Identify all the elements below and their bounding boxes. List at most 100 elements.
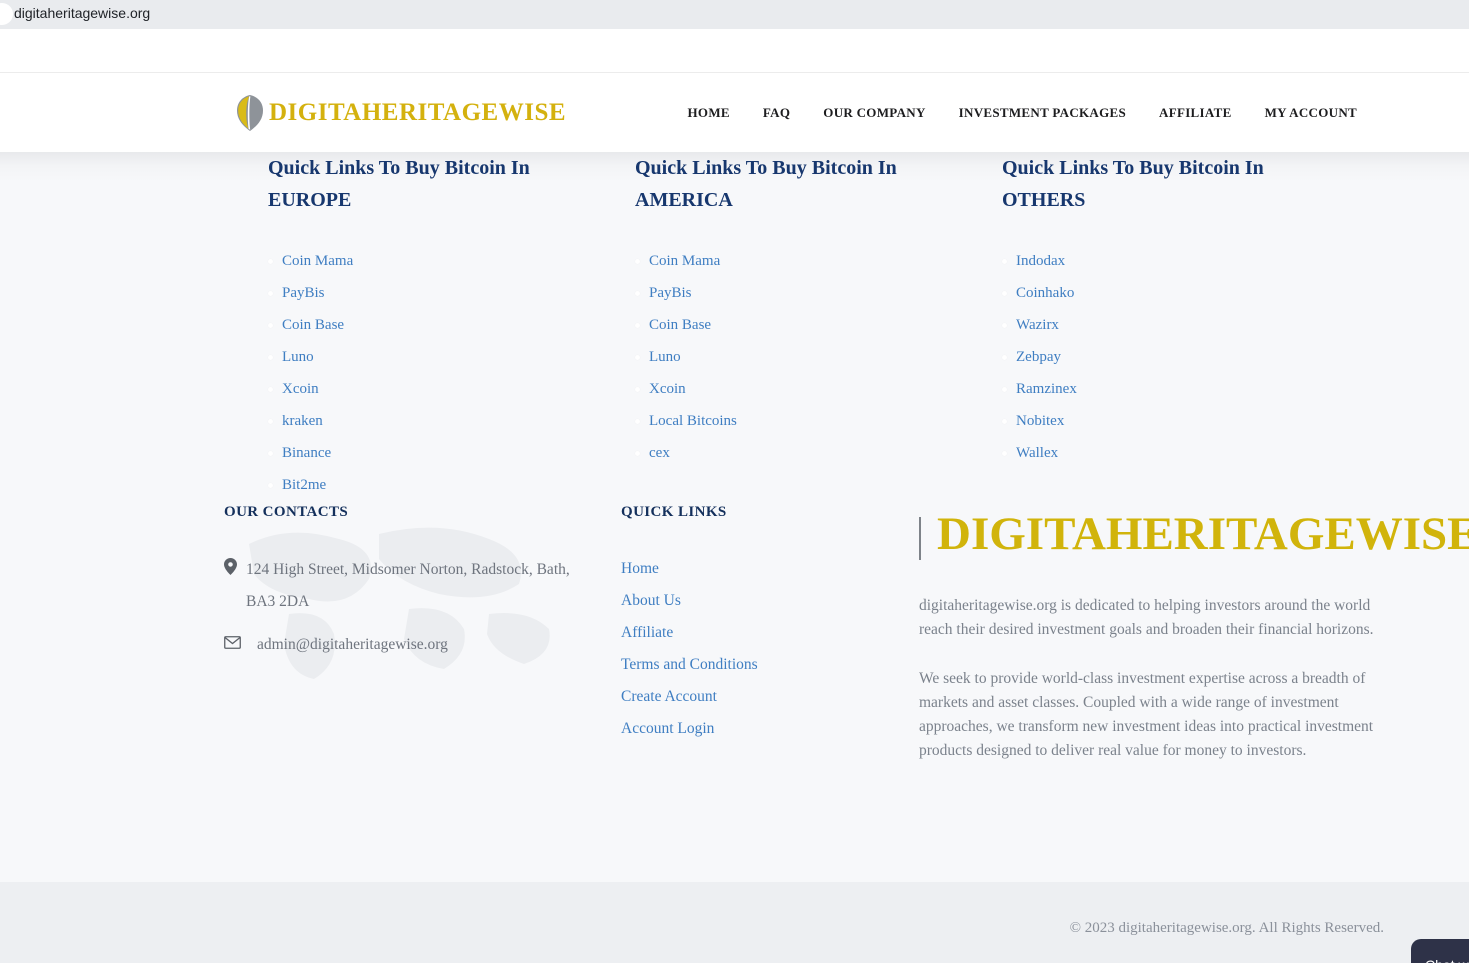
quick-buy-list: Coin Mama PayBis Coin Base [635, 245, 1002, 469]
footer-nav-link[interactable]: Affiliate [621, 624, 673, 642]
exchange-link[interactable]: Luno [649, 349, 681, 366]
list-item: Bit2me [268, 469, 635, 501]
quick-buy-title-text: Quick Links To Buy Bitcoin In [1002, 157, 1264, 179]
quick-buy-title: Quick Links To Buy Bitcoin In AMERICA [635, 152, 1002, 216]
about-column: DIGITAHERITAGEWISE digitaheritagewise.or… [919, 504, 1469, 763]
exchange-link[interactable]: Binance [282, 445, 331, 462]
bullet-icon [268, 386, 273, 392]
nav-item-my-account[interactable]: MY ACCOUNT [1265, 105, 1357, 121]
footer-nav-link[interactable]: Create Account [621, 688, 717, 706]
contacts-title: OUR CONTACTS [224, 504, 349, 520]
quick-buy-title-text: Quick Links To Buy Bitcoin In [635, 157, 897, 179]
exchange-link[interactable]: Ramzinex [1016, 381, 1077, 398]
exchange-link[interactable]: Coin Mama [282, 253, 353, 270]
bullet-icon [635, 258, 640, 264]
bullet-icon [268, 418, 273, 424]
exchange-link[interactable]: Wallex [1016, 445, 1058, 462]
list-item: Terms and Conditions [621, 649, 901, 681]
bullet-icon [1002, 450, 1007, 456]
logo-wordmark: DIGITAHERITAGEWISE [269, 99, 567, 126]
list-item: Create Account [621, 681, 901, 713]
tab-circle-icon [0, 3, 13, 25]
nav-item-home[interactable]: HOME [688, 105, 730, 121]
footer-nav-link[interactable]: Terms and Conditions [621, 656, 758, 674]
quick-buy-title: Quick Links To Buy Bitcoin In EUROPE [268, 152, 635, 216]
quick-buy-column-europe: Quick Links To Buy Bitcoin In EUROPE Coi… [268, 152, 635, 501]
quick-buy-region: EUROPE [268, 189, 352, 211]
list-item: PayBis [268, 277, 635, 309]
contact-email-link[interactable]: admin@digitaheritagewise.org [246, 629, 448, 661]
chat-widget-button[interactable]: Chat w [1411, 939, 1469, 963]
browser-url-bar[interactable]: digitaheritagewise.org [0, 0, 1469, 29]
nav-item-investment-packages[interactable]: INVESTMENT PACKAGES [959, 105, 1126, 121]
quick-buy-list: Coin Mama PayBis Coin Base [268, 245, 635, 501]
list-item: Coinhako [1002, 277, 1369, 309]
exchange-link[interactable]: Xcoin [649, 381, 686, 398]
list-item: Home [621, 553, 901, 585]
site-logo[interactable]: DIGITAHERITAGEWISE [237, 95, 566, 131]
caret-bar [919, 517, 921, 560]
bullet-icon [268, 258, 273, 264]
footer-nav-link[interactable]: Account Login [621, 720, 714, 738]
list-item: Local Bitcoins [635, 405, 1002, 437]
list-item: About Us [621, 585, 901, 617]
quick-buy-title-text: Quick Links To Buy Bitcoin In [268, 157, 530, 179]
list-item: Coin Mama [635, 245, 1002, 277]
list-item: kraken [268, 405, 635, 437]
exchange-link[interactable]: Xcoin [282, 381, 319, 398]
exchange-link[interactable]: PayBis [282, 285, 325, 302]
bullet-icon [1002, 418, 1007, 424]
exchange-link[interactable]: Indodax [1016, 253, 1065, 270]
quick-buy-column-others: Quick Links To Buy Bitcoin In OTHERS Ind… [1002, 152, 1369, 501]
copyright-bar: © 2023 digitaheritagewise.org. All Right… [0, 882, 1469, 963]
exchange-link[interactable]: PayBis [649, 285, 692, 302]
logo-shield-icon [237, 95, 263, 131]
bullet-icon [1002, 258, 1007, 264]
exchange-link[interactable]: cex [649, 445, 670, 462]
exchange-link[interactable]: Wazirx [1016, 317, 1059, 334]
list-item: Account Login [621, 713, 901, 745]
nav-item-our-company[interactable]: OUR COMPANY [823, 105, 925, 121]
list-item: Indodax [1002, 245, 1369, 277]
exchange-link[interactable]: Coin Mama [649, 253, 720, 270]
bullet-icon [1002, 354, 1007, 360]
about-brand-title: DIGITAHERITAGEWISE [937, 508, 1469, 560]
quick-links-title: QUICK LINKS [621, 504, 727, 520]
main-nav: HOME FAQ OUR COMPANY INVESTMENT PACKAGES… [688, 73, 1357, 152]
list-item: Binance [268, 437, 635, 469]
list-item: PayBis [635, 277, 1002, 309]
contacts-column: OUR CONTACTS 124 High Street, Midsomer N… [224, 504, 580, 679]
list-item: Zebpay [1002, 341, 1369, 373]
quick-buy-column-america: Quick Links To Buy Bitcoin In AMERICA Co… [635, 152, 1002, 501]
exchange-link[interactable]: kraken [282, 413, 323, 430]
bullet-icon [635, 290, 640, 296]
bullet-icon [268, 482, 273, 488]
bullet-icon [268, 322, 273, 328]
exchange-link[interactable]: Nobitex [1016, 413, 1064, 430]
list-item: Affiliate [621, 617, 901, 649]
nav-item-affiliate[interactable]: AFFILIATE [1159, 105, 1232, 121]
exchange-link[interactable]: Local Bitcoins [649, 413, 737, 430]
list-item: Coin Base [268, 309, 635, 341]
exchange-link[interactable]: Coin Base [282, 317, 344, 334]
exchange-link[interactable]: Coin Base [649, 317, 711, 334]
bullet-icon [635, 386, 640, 392]
bullet-icon [1002, 290, 1007, 296]
about-paragraph-1: digitaheritagewise.org is dedicated to h… [919, 597, 1374, 638]
exchange-link[interactable]: Zebpay [1016, 349, 1061, 366]
nav-item-faq[interactable]: FAQ [763, 105, 790, 121]
bullet-icon [1002, 322, 1007, 328]
exchange-link[interactable]: Luno [282, 349, 314, 366]
footer-nav-link[interactable]: Home [621, 560, 659, 578]
bullet-icon [635, 450, 640, 456]
envelope-icon [224, 636, 246, 654]
contact-address: 124 High Street, Midsomer Norton, Radsto… [246, 561, 570, 610]
footer-section: Quick Links To Buy Bitcoin In EUROPE Coi… [0, 152, 1469, 882]
exchange-link[interactable]: Bit2me [282, 477, 326, 494]
list-item: Nobitex [1002, 405, 1369, 437]
footer-nav-link[interactable]: About Us [621, 592, 681, 610]
list-item: Luno [268, 341, 635, 373]
exchange-link[interactable]: Coinhako [1016, 285, 1074, 302]
list-item: Coin Base [635, 309, 1002, 341]
list-item: Luno [635, 341, 1002, 373]
